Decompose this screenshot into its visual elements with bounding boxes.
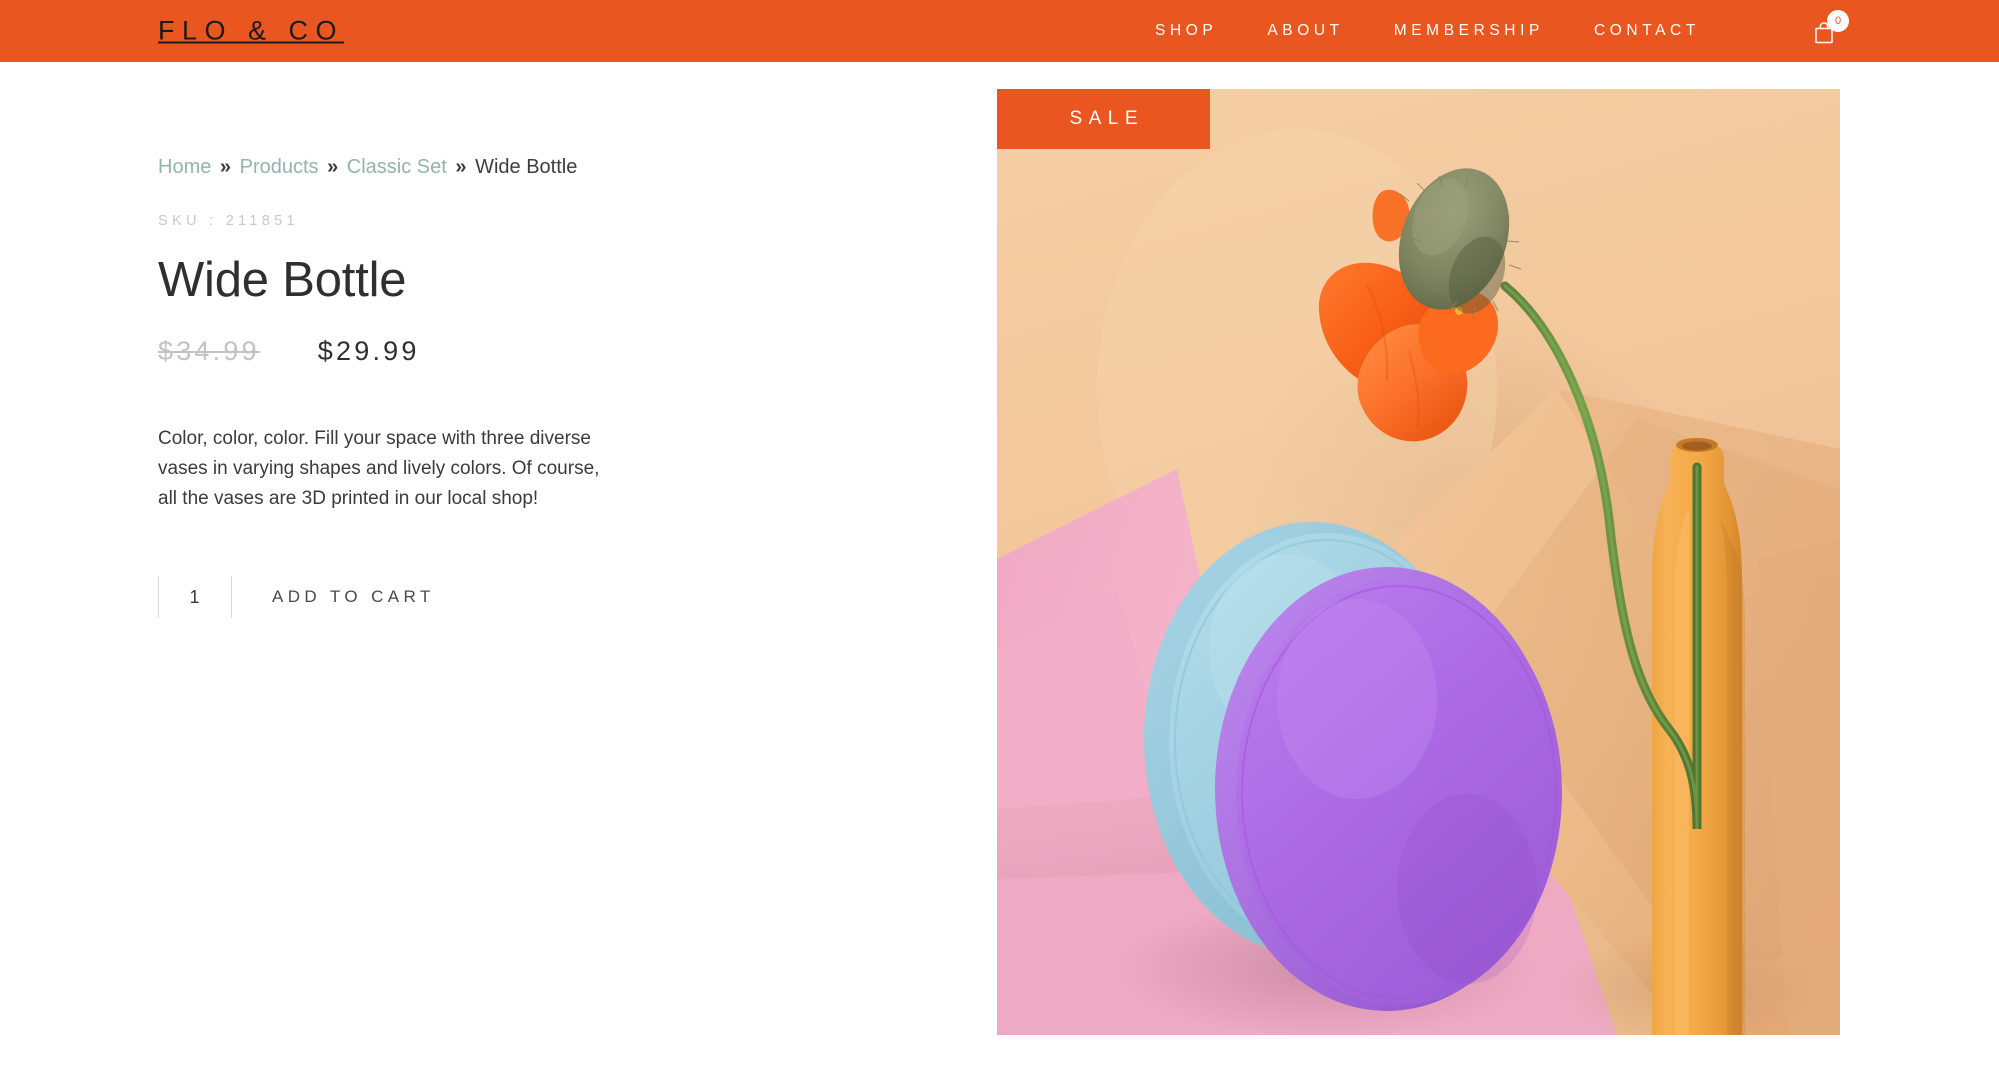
price-current: $29.99	[317, 336, 420, 367]
product-details-panel: Home » Products » Classic Set » Wide Bot…	[158, 89, 838, 619]
main-navigation: SHOP ABOUT MEMBERSHIP CONTACT	[1130, 0, 1725, 62]
purchase-controls: ADD TO CART	[158, 576, 838, 619]
cart-button[interactable]: 0	[1806, 8, 1856, 54]
nav-item-shop[interactable]: SHOP	[1130, 0, 1242, 62]
breadcrumb-separator: »	[219, 156, 232, 178]
nav-item-contact[interactable]: CONTACT	[1569, 0, 1725, 62]
breadcrumb-item-products[interactable]: Products	[240, 156, 319, 178]
price-original: $34.99	[158, 336, 260, 367]
product-sku: SKU : 211851	[158, 213, 299, 229]
breadcrumb-separator: »	[327, 156, 339, 178]
product-title: Wide Bottle	[158, 253, 407, 307]
nav-item-about[interactable]: ABOUT	[1242, 0, 1368, 62]
quantity-input[interactable]	[170, 586, 220, 608]
site-header: FLO & CO SHOP ABOUT MEMBERSHIP CONTACT 0	[0, 0, 1999, 62]
breadcrumb: Home » Products » Classic Set » Wide Bot…	[158, 155, 838, 179]
product-image-gallery[interactable]: SALE	[997, 89, 1840, 1035]
nav-item-membership[interactable]: MEMBERSHIP	[1369, 0, 1569, 62]
price-row: $34.99 $29.99	[158, 336, 838, 367]
breadcrumb-separator: »	[455, 156, 467, 178]
product-photo	[997, 89, 1840, 1035]
breadcrumb-item-home[interactable]: Home	[158, 156, 211, 178]
brand-logo[interactable]: FLO & CO	[158, 16, 344, 47]
add-to-cart-button[interactable]: ADD TO CART	[232, 576, 435, 618]
product-description: Color, color, color. Fill your space wit…	[158, 428, 600, 510]
breadcrumb-item-current: Wide Bottle	[475, 156, 578, 178]
cart-count-badge: 0	[1827, 10, 1849, 32]
breadcrumb-item-classic-set[interactable]: Classic Set	[347, 156, 447, 178]
sale-badge: SALE	[997, 89, 1210, 149]
quantity-stepper[interactable]	[158, 576, 232, 619]
